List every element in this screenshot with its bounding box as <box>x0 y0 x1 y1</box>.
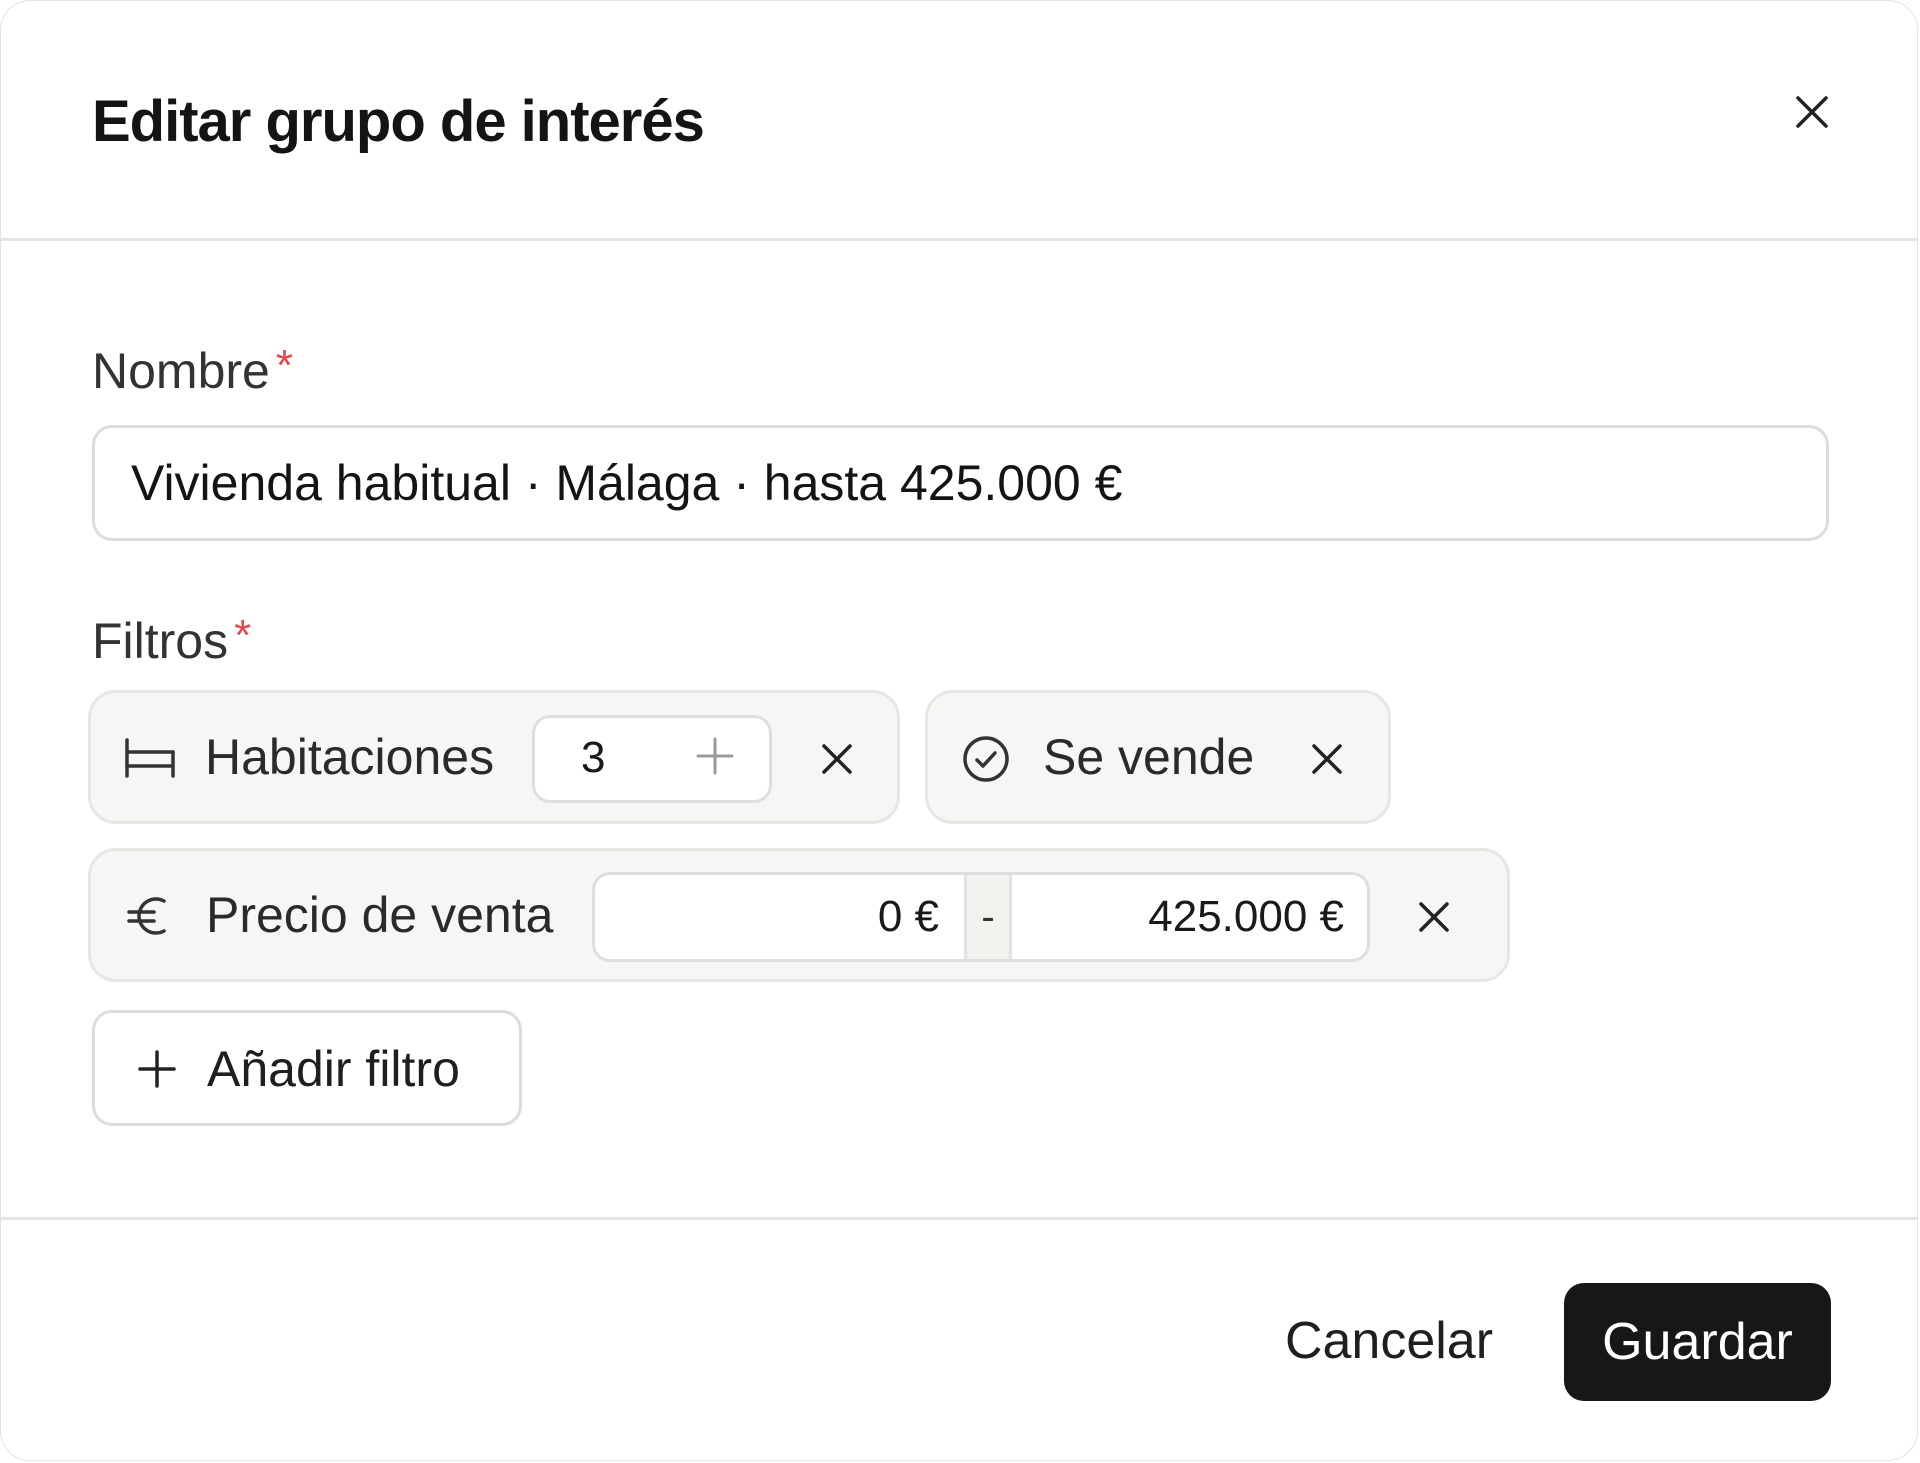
filter-chip-rooms: Habitaciones 3 <box>88 690 900 824</box>
name-input[interactable] <box>92 425 1829 541</box>
price-min-input[interactable]: 0 € <box>595 875 965 959</box>
remove-status-filter-button[interactable] <box>1302 734 1352 784</box>
close-icon <box>1312 744 1342 774</box>
close-icon <box>822 744 852 774</box>
price-max-input[interactable]: 425.000 € <box>1012 875 1367 959</box>
save-button[interactable]: Guardar <box>1564 1283 1831 1401</box>
bed-icon <box>123 735 177 781</box>
dialog-header: Editar grupo de interés <box>1 1 1917 241</box>
price-range-separator: - <box>964 875 1012 959</box>
remove-rooms-filter-button[interactable] <box>812 734 862 784</box>
rooms-increment-button[interactable] <box>693 734 737 778</box>
name-label: Nombre * <box>92 341 293 404</box>
plus-icon <box>696 737 734 775</box>
filters-label-text: Filtros <box>92 613 229 669</box>
filter-chip-status: Se vende <box>925 690 1391 824</box>
euro-icon <box>123 889 173 943</box>
name-label-text: Nombre <box>92 343 270 399</box>
rooms-stepper[interactable]: 3 <box>532 715 772 803</box>
plus-icon <box>135 1047 179 1091</box>
close-icon <box>1796 96 1828 128</box>
required-marker: * <box>275 341 293 390</box>
rooms-stepper-value[interactable]: 3 <box>581 730 605 786</box>
add-filter-label: Añadir filtro <box>207 1041 460 1097</box>
check-circle-icon <box>960 733 1012 785</box>
filter-price-label: Precio de venta <box>206 887 554 943</box>
close-button[interactable] <box>1787 87 1837 137</box>
edit-interest-group-dialog: Editar grupo de interés Nombre* Filtros*… <box>0 0 1918 1461</box>
filter-chip-price: Precio de venta 0 € - 425.000 € <box>88 848 1510 982</box>
filter-status-label: Se vende <box>1043 729 1255 785</box>
footer-divider <box>1 1217 1917 1220</box>
remove-price-filter-button[interactable] <box>1409 892 1459 942</box>
price-range-input: 0 € - 425.000 € <box>592 872 1370 962</box>
cancel-button[interactable]: Cancelar <box>1269 1283 1509 1399</box>
filters-label: Filtros * <box>92 611 251 674</box>
required-marker: * <box>234 611 252 660</box>
close-icon <box>1419 902 1449 932</box>
dialog-title: Editar grupo de interés <box>92 89 705 154</box>
filter-rooms-label: Habitaciones <box>205 729 495 785</box>
add-filter-button[interactable]: Añadir filtro <box>92 1010 522 1126</box>
